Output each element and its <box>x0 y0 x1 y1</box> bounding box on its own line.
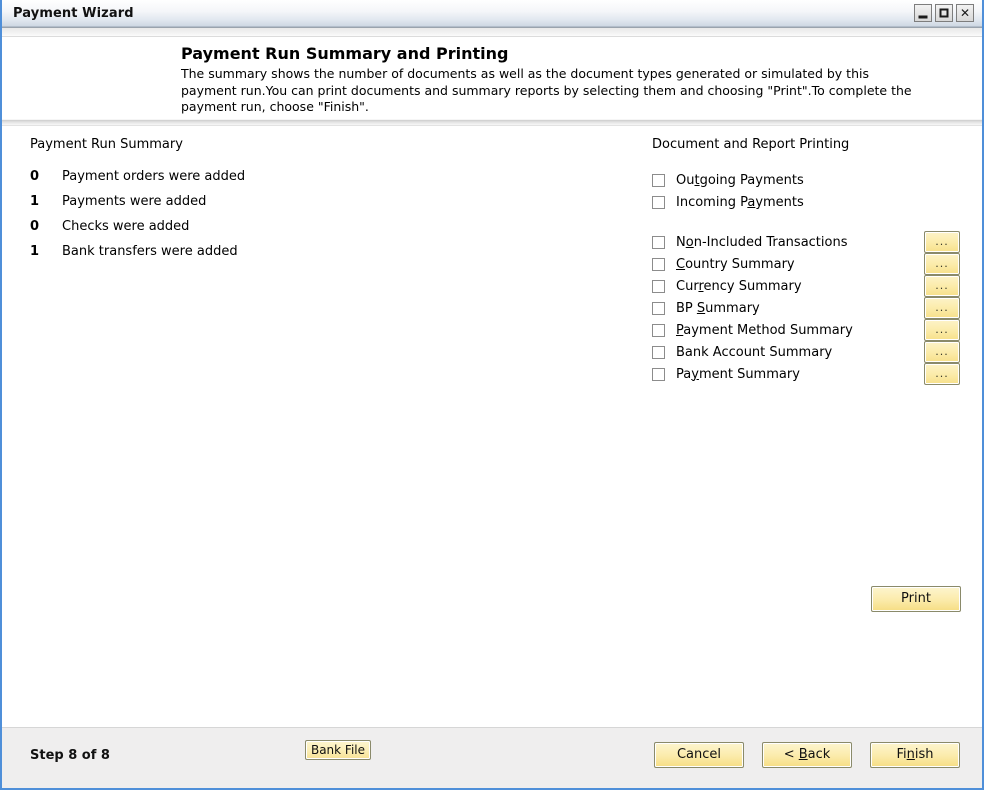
document-report-printing-section: Document and Report Printing Outgoing Pa… <box>652 137 962 385</box>
checkbox-outgoing-payments[interactable] <box>652 173 665 187</box>
print-option-row: Non-Included Transactions... <box>652 231 962 253</box>
navigation-buttons: Cancel < Back Finish <box>654 742 960 768</box>
summary-text: Checks were added <box>62 219 190 234</box>
print-options-list: Outgoing Payments Incoming Payments Non-In… <box>652 169 962 385</box>
print-option-row: BP Summary... <box>652 297 962 319</box>
print-option-row: Bank Account Summary... <box>652 341 962 363</box>
print-option-row: Payment Method Summary... <box>652 319 962 341</box>
header-separator <box>2 119 982 126</box>
checkbox-bank-account-summary[interactable] <box>652 345 665 359</box>
titlebar-underband <box>2 28 982 37</box>
print-option-label: Country Summary <box>676 256 795 272</box>
close-button[interactable]: ✕ <box>956 4 974 22</box>
printing-heading: Document and Report Printing <box>652 137 850 152</box>
summary-heading: Payment Run Summary <box>30 137 183 152</box>
wizard-footer: Step 8 of 8 Cancel < Back Finish <box>2 727 982 788</box>
checkbox-payment-summary[interactable] <box>652 367 665 381</box>
ellipsis-button[interactable]: ... <box>924 275 960 297</box>
checkbox-non-included-transactions[interactable] <box>652 235 665 249</box>
window-controls: ✕ <box>914 4 974 22</box>
summary-row: 1 Payments were added <box>30 194 590 219</box>
print-option-row: Incoming Payments <box>652 191 962 213</box>
summary-text: Payments were added <box>62 194 207 209</box>
minimize-icon <box>918 15 928 19</box>
print-option-label: BP Summary <box>676 300 760 316</box>
finish-button[interactable]: Finish <box>870 742 960 768</box>
cancel-button[interactable]: Cancel <box>654 742 744 768</box>
payment-wizard-window: Payment Wizard ✕ Payment Run Summary and… <box>0 0 984 790</box>
summary-row: 0 Checks were added <box>30 219 590 244</box>
summary-count: 1 <box>30 194 40 209</box>
print-option-label: Bank Account Summary <box>676 344 833 360</box>
summary-row: 0 Payment orders were added <box>30 169 590 194</box>
summary-count: 1 <box>30 244 40 259</box>
ellipsis-button[interactable]: ... <box>924 297 960 319</box>
checkbox-country-summary[interactable] <box>652 257 665 271</box>
summary-count: 0 <box>30 169 40 184</box>
ellipsis-button[interactable]: ... <box>924 231 960 253</box>
print-option-row: Country Summary... <box>652 253 962 275</box>
print-button[interactable]: Print <box>871 586 961 612</box>
summary-text: Payment orders were added <box>62 169 246 184</box>
wizard-header: Payment Run Summary and Printing The sum… <box>2 37 982 119</box>
close-icon: ✕ <box>959 6 971 20</box>
print-option-label: Payment Method Summary <box>676 322 853 338</box>
window-titlebar: Payment Wizard ✕ <box>2 0 982 28</box>
print-option-row: Outgoing Payments <box>652 169 962 191</box>
page-title: Payment Run Summary and Printing <box>181 44 509 63</box>
summary-text: Bank transfers were added <box>62 244 238 259</box>
maximize-button[interactable] <box>935 4 953 22</box>
window-title: Payment Wizard <box>13 6 134 21</box>
wizard-body: Payment Run Summary 0 Payment orders were… <box>2 126 982 726</box>
print-option-label: Payment Summary <box>676 366 800 382</box>
print-option-label: Incoming Payments <box>676 194 804 210</box>
summary-rows: 0 Payment orders were added 1 Payments were… <box>30 169 590 269</box>
payment-run-summary-section: Payment Run Summary 0 Payment orders were… <box>30 137 590 269</box>
print-option-row: Currency Summary... <box>652 275 962 297</box>
ellipsis-button[interactable]: ... <box>924 319 960 341</box>
ellipsis-button[interactable]: ... <box>924 363 960 385</box>
ellipsis-button[interactable]: ... <box>924 341 960 363</box>
minimize-button[interactable] <box>914 4 932 22</box>
ellipsis-button[interactable]: ... <box>924 253 960 275</box>
bank-file-button[interactable]: Bank File <box>305 740 371 760</box>
page-description: The summary shows the number of document… <box>181 66 912 114</box>
print-option-label: Non-Included Transactions <box>676 234 848 250</box>
checkbox-payment-method-summary[interactable] <box>652 323 665 337</box>
step-indicator: Step 8 of 8 <box>30 748 110 763</box>
checkbox-currency-summary[interactable] <box>652 279 665 293</box>
print-option-row: Payment Summary... <box>652 363 962 385</box>
checkbox-bp-summary[interactable] <box>652 301 665 315</box>
summary-row: 1 Bank transfers were added <box>30 244 590 269</box>
maximize-icon <box>939 8 949 18</box>
print-option-label: Outgoing Payments <box>676 172 804 188</box>
checkbox-incoming-payments[interactable] <box>652 195 665 209</box>
back-button[interactable]: < Back <box>762 742 852 768</box>
print-option-label: Currency Summary <box>676 278 802 294</box>
summary-count: 0 <box>30 219 40 234</box>
